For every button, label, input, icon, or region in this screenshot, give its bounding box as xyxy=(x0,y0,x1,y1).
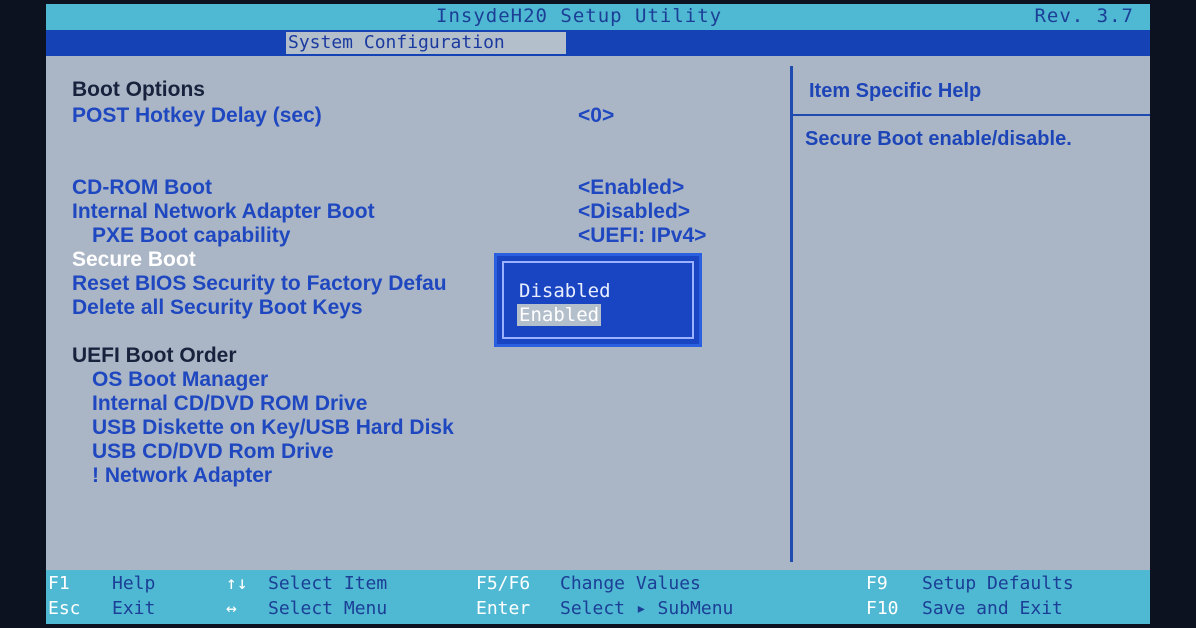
menu-bar: System Configuration xyxy=(46,30,1150,56)
uefi-boot-order-heading: UEFI Boot Order xyxy=(72,344,237,367)
bios-screen: InsydeH20 Setup Utility Rev. 3.7 System … xyxy=(46,4,1150,624)
boot-order-item[interactable]: OS Boot Manager xyxy=(92,368,268,392)
f10-key: F10 xyxy=(866,598,899,619)
pxe-boot-capability-item[interactable]: PXE Boot capability xyxy=(92,224,290,248)
select-menu-hint: Select Menu xyxy=(268,598,388,619)
setup-defaults-hint: Setup Defaults xyxy=(922,573,1074,594)
arrows-up-down-icon: ↑↓ xyxy=(226,573,248,594)
secure-boot-popup: Disabled Enabled xyxy=(494,253,702,347)
f9-key: F9 xyxy=(866,573,888,594)
boot-order-item[interactable]: USB CD/DVD Rom Drive xyxy=(92,440,334,464)
app-title: InsydeH20 Setup Utility xyxy=(436,5,723,27)
f5-f6-key: F5/F6 xyxy=(476,573,531,594)
help-hint: Help xyxy=(112,573,156,594)
post-hotkey-delay-item[interactable]: POST Hotkey Delay (sec) xyxy=(72,104,322,128)
key-legend: F1 Help ↑↓ Select Item F5/F6 Change Valu… xyxy=(46,570,1150,624)
arrows-left-right-icon: ↔ xyxy=(226,598,237,619)
help-title: Item Specific Help xyxy=(809,80,982,102)
help-panel: Item Specific Help Secure Boot enable/di… xyxy=(790,66,1150,562)
help-text: Secure Boot enable/disable. xyxy=(805,128,1072,150)
secure-boot-item[interactable]: Secure Boot xyxy=(72,248,196,272)
f1-key: F1 xyxy=(48,573,70,594)
network-adapter-boot-item[interactable]: Internal Network Adapter Boot xyxy=(72,200,375,224)
save-and-exit-hint: Save and Exit xyxy=(922,598,1063,619)
cdrom-boot-item[interactable]: CD-ROM Boot xyxy=(72,176,212,200)
pxe-boot-capability-value[interactable]: <UEFI: IPv4> xyxy=(578,224,706,248)
popup-option-disabled[interactable]: Disabled xyxy=(517,280,613,302)
tab-system-configuration[interactable]: System Configuration xyxy=(286,32,566,54)
boot-order-item[interactable]: ! Network Adapter xyxy=(92,464,272,488)
boot-order-item[interactable]: Internal CD/DVD ROM Drive xyxy=(92,392,367,416)
cdrom-boot-value[interactable]: <Enabled> xyxy=(578,176,684,200)
boot-options-heading: Boot Options xyxy=(72,78,205,101)
title-bar: InsydeH20 Setup Utility Rev. 3.7 xyxy=(46,4,1150,30)
boot-order-item[interactable]: USB Diskette on Key/USB Hard Disk xyxy=(92,416,454,440)
change-values-hint: Change Values xyxy=(560,573,701,594)
network-adapter-boot-value[interactable]: <Disabled> xyxy=(578,200,690,224)
settings-panel: Boot Options POST Hotkey Delay (sec) <0>… xyxy=(50,66,788,562)
select-item-hint: Select Item xyxy=(268,573,388,594)
exit-hint: Exit xyxy=(112,598,156,619)
reset-bios-security-item[interactable]: Reset BIOS Security to Factory Defau xyxy=(72,272,447,296)
post-hotkey-delay-value[interactable]: <0> xyxy=(578,104,614,128)
revision-label: Rev. 3.7 xyxy=(1034,5,1134,27)
esc-key: Esc xyxy=(48,598,81,619)
delete-security-keys-item[interactable]: Delete all Security Boot Keys xyxy=(72,296,363,320)
select-submenu-hint: Select ▸ SubMenu xyxy=(560,598,734,619)
popup-option-enabled[interactable]: Enabled xyxy=(517,304,602,326)
help-header: Item Specific Help xyxy=(793,66,1150,116)
enter-key: Enter xyxy=(476,598,531,619)
